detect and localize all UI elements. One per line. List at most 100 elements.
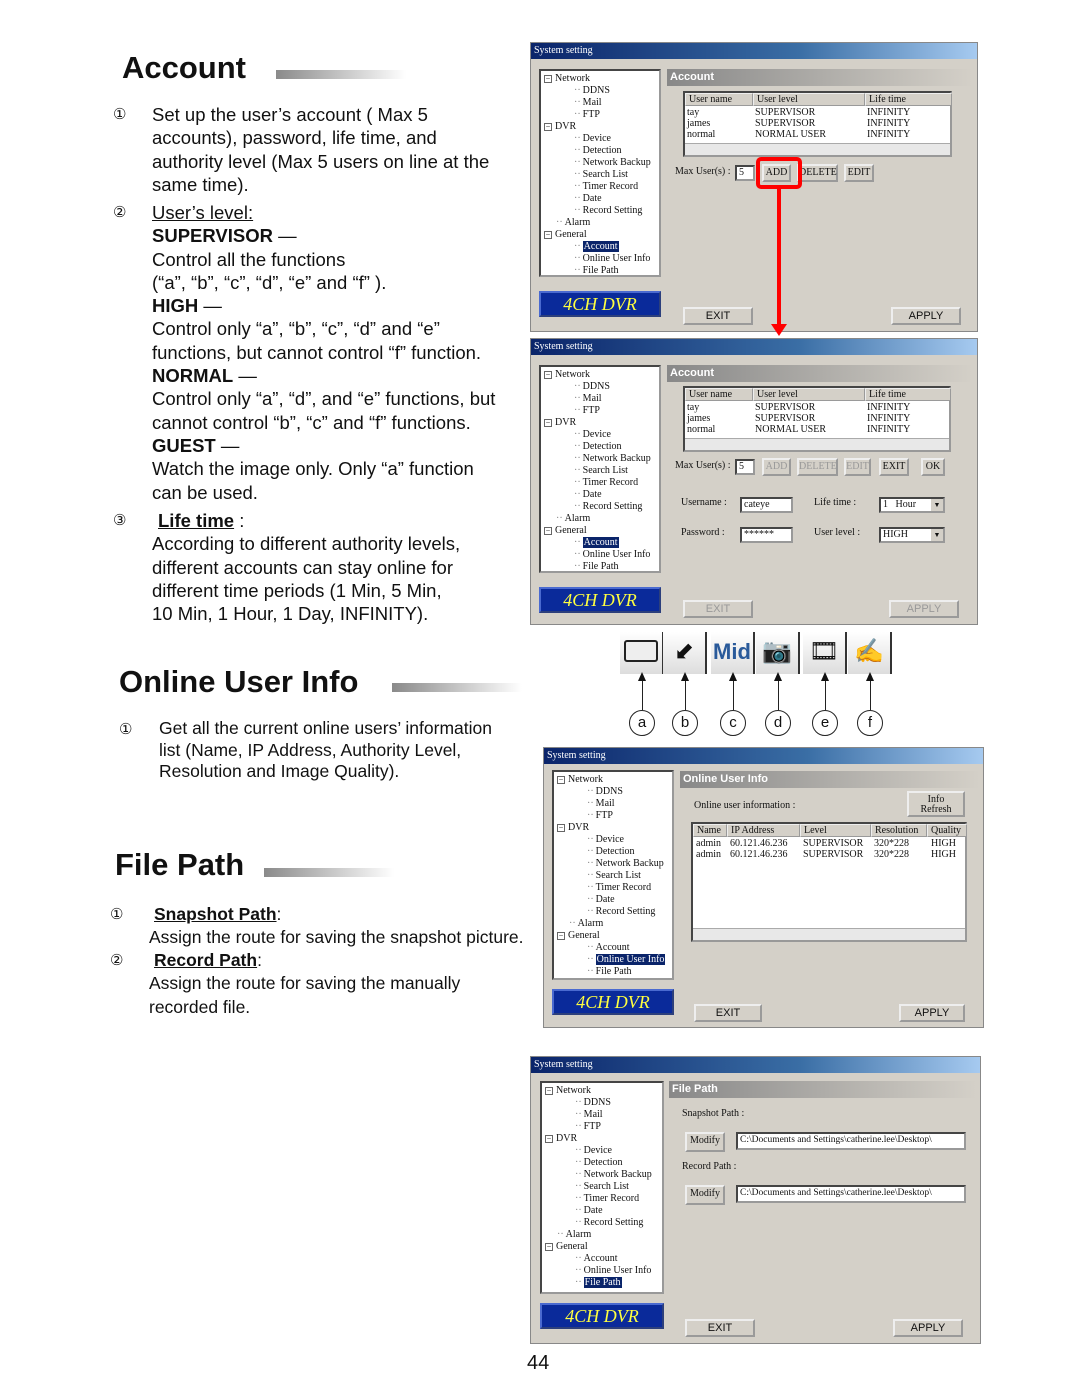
tree-item[interactable]: ·· Search List: [557, 870, 672, 882]
table-row[interactable]: james SUPERVISOR INFINITY: [685, 413, 949, 424]
tree-item[interactable]: ·· Date: [544, 489, 659, 501]
tree-item[interactable]: − Network: [557, 774, 672, 786]
tree-item[interactable]: ·· FTP: [544, 405, 659, 417]
edit-button[interactable]: EDIT: [844, 164, 874, 182]
table-row[interactable]: james SUPERVISOR INFINITY: [685, 118, 950, 129]
tree-item[interactable]: ·· DDNS: [545, 1097, 662, 1109]
tree-item[interactable]: ·· Date: [545, 1205, 662, 1217]
collapse-icon[interactable]: −: [545, 1087, 553, 1095]
tree-item[interactable]: ·· Detection: [545, 1157, 662, 1169]
max-users-field[interactable]: 5: [735, 459, 755, 475]
tree-item[interactable]: ·· FTP: [557, 810, 672, 822]
table-row[interactable]: tay SUPERVISOR INFINITY: [685, 107, 950, 118]
tree-item[interactable]: ·· Record Setting: [545, 1217, 662, 1229]
tree-item[interactable]: ·· FTP: [545, 1121, 662, 1133]
table-row[interactable]: normal NORMAL USER INFINITY: [685, 129, 950, 140]
tree-item[interactable]: ·· Network Backup: [557, 858, 672, 870]
ok-button[interactable]: OK: [921, 458, 945, 476]
collapse-icon[interactable]: −: [544, 371, 552, 379]
tree-item[interactable]: ·· Search List: [544, 465, 659, 477]
apply-button[interactable]: APPLY: [899, 1004, 965, 1022]
form-exit-button[interactable]: EXIT: [879, 458, 909, 476]
chevron-down-icon[interactable]: ▼: [931, 499, 943, 511]
tree-item[interactable]: ·· DDNS: [544, 85, 659, 97]
collapse-icon[interactable]: −: [544, 527, 552, 535]
tree-item[interactable]: ·· Online User Info: [544, 549, 659, 561]
snapshot-modify-button[interactable]: Modify: [685, 1132, 725, 1152]
tree-item[interactable]: ·· Account: [544, 241, 659, 253]
collapse-icon[interactable]: −: [544, 419, 552, 427]
tree-item[interactable]: ·· Network Backup: [544, 453, 659, 465]
collapse-icon[interactable]: −: [544, 231, 552, 239]
tree-item[interactable]: ·· Alarm: [544, 513, 659, 525]
horizontal-scrollbar[interactable]: [693, 928, 965, 940]
tree-item[interactable]: ·· Mail: [544, 393, 659, 405]
chevron-down-icon[interactable]: ▼: [931, 529, 943, 541]
tree-item[interactable]: ·· Alarm: [557, 918, 672, 930]
delete-button[interactable]: DELETE: [797, 164, 838, 182]
tree-item[interactable]: − DVR: [544, 417, 659, 429]
horizontal-scrollbar[interactable]: [685, 143, 950, 155]
tree-item[interactable]: ·· Alarm: [544, 217, 659, 229]
tree-item[interactable]: ·· Mail: [557, 798, 672, 810]
col-header[interactable]: Quality: [927, 824, 967, 837]
tree-item[interactable]: ·· Online User Info: [544, 253, 659, 265]
apply-button[interactable]: APPLY: [891, 307, 961, 325]
tree-item[interactable]: − DVR: [545, 1133, 662, 1145]
tree-item[interactable]: ·· Timer Record: [544, 477, 659, 489]
tree-item[interactable]: ·· Device: [544, 429, 659, 441]
col-header[interactable]: Life time: [865, 388, 951, 401]
col-header[interactable]: IP Address: [727, 824, 800, 837]
user-level-select[interactable]: HIGH ▼: [879, 527, 945, 543]
tree-item[interactable]: ·· Mail: [544, 97, 659, 109]
max-users-field[interactable]: 5: [735, 165, 755, 181]
tree-item[interactable]: ·· Account: [545, 1253, 662, 1265]
collapse-icon[interactable]: −: [544, 123, 552, 131]
tree-item[interactable]: ·· Network Backup: [545, 1169, 662, 1181]
col-header[interactable]: User level: [753, 388, 865, 401]
tree-item[interactable]: ·· File Path: [544, 561, 659, 573]
tree-item[interactable]: ·· FTP: [544, 109, 659, 121]
col-header[interactable]: User level: [753, 93, 865, 106]
collapse-icon[interactable]: −: [544, 75, 552, 83]
tree-item[interactable]: − DVR: [557, 822, 672, 834]
col-header[interactable]: Resolution: [871, 824, 927, 837]
tree-item[interactable]: − General: [544, 229, 659, 241]
exit-button[interactable]: EXIT: [694, 1004, 762, 1022]
tree-item[interactable]: ·· Search List: [545, 1181, 662, 1193]
tree-item[interactable]: − General: [557, 930, 672, 942]
tree-item[interactable]: − General: [545, 1241, 662, 1253]
table-row[interactable]: tay SUPERVISOR INFINITY: [685, 402, 949, 413]
tree-item[interactable]: ·· Date: [544, 193, 659, 205]
collapse-icon[interactable]: −: [545, 1135, 553, 1143]
collapse-icon[interactable]: −: [545, 1243, 553, 1251]
tree-item[interactable]: ·· DDNS: [557, 786, 672, 798]
lifetime-select[interactable]: 1 Hour ▼: [879, 497, 945, 513]
tree-item[interactable]: ·· Device: [545, 1145, 662, 1157]
tree-item[interactable]: ·· Device: [544, 133, 659, 145]
tree-item[interactable]: − General: [544, 525, 659, 537]
col-header[interactable]: Level: [800, 824, 871, 837]
tree-item[interactable]: ·· Detection: [557, 846, 672, 858]
col-header[interactable]: Life time: [865, 93, 952, 106]
tree-item[interactable]: ·· Device: [557, 834, 672, 846]
tree-item[interactable]: ·· Search List: [544, 169, 659, 181]
col-header[interactable]: User name: [685, 93, 753, 106]
tree-item[interactable]: ·· DDNS: [544, 381, 659, 393]
table-row[interactable]: admin 60.121.46.236 SUPERVISOR 320*228 HIGH: [693, 838, 965, 849]
tree-item[interactable]: ·· Online User Info: [545, 1265, 662, 1277]
collapse-icon[interactable]: −: [557, 776, 565, 784]
tree-item[interactable]: ·· Date: [557, 894, 672, 906]
record-modify-button[interactable]: Modify: [685, 1185, 725, 1205]
tree-item[interactable]: ·· File Path: [557, 966, 672, 978]
exit-button[interactable]: EXIT: [683, 307, 753, 325]
info-refresh-button[interactable]: Info Refresh: [907, 791, 965, 817]
tree-item[interactable]: ·· Alarm: [545, 1229, 662, 1241]
record-path-field[interactable]: C:\Documents and Settings\catherine.lee\…: [736, 1185, 966, 1203]
tree-item[interactable]: ·· Record Setting: [544, 501, 659, 513]
tree-item[interactable]: ·· Account: [557, 942, 672, 954]
username-field[interactable]: cateye: [740, 497, 793, 513]
tree-item[interactable]: ·· Timer Record: [545, 1193, 662, 1205]
tree-item[interactable]: ·· Timer Record: [557, 882, 672, 894]
horizontal-scrollbar[interactable]: [685, 438, 949, 450]
